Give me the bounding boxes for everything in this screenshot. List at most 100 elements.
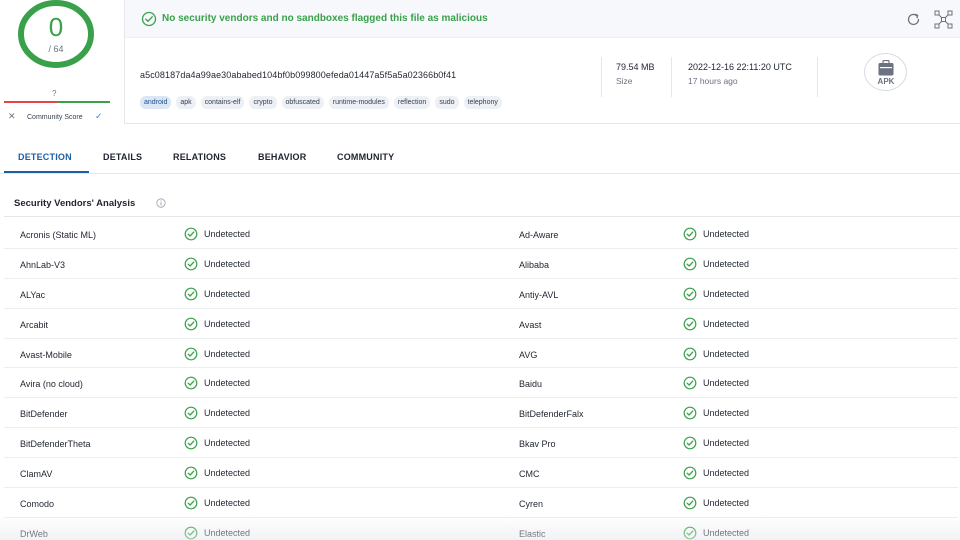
undetected-check-icon: [683, 526, 697, 540]
vendor-result: Undetected: [683, 406, 749, 420]
vote-malicious-icon[interactable]: ✕: [8, 111, 16, 122]
undetected-check-icon: [683, 496, 697, 510]
undetected-check-icon: [184, 317, 198, 331]
vendor-result-label: Undetected: [204, 468, 251, 479]
tab-community[interactable]: COMMUNITY: [337, 152, 394, 162]
file-tags: android apk contains-elf crypto obfuscated ru…: [140, 96, 502, 109]
vendor-result: Undetected: [184, 436, 250, 450]
vendor-name: Comodo: [20, 499, 55, 510]
last-analysis-date: 2022-12-16 22:11:20 UTC: [688, 62, 792, 72]
vendor-result: Undetected: [683, 436, 749, 450]
table-row: ClamAV Undetected CMC Undetected: [4, 458, 958, 489]
divider: [601, 57, 602, 97]
undetected-check-icon: [184, 377, 198, 390]
vendor-name: AhnLab-V3: [20, 259, 66, 270]
vendor-result: Undetected: [683, 496, 749, 510]
file-size-label: Size: [616, 76, 633, 86]
report-tabs: DETECTION DETAILS RELATIONS BEHAVIOR COM…: [0, 142, 960, 174]
detection-score-panel: 0 / 64 ? ✕ Community Score ✓: [0, 0, 124, 124]
vendor-name: Avast: [519, 319, 542, 330]
vendor-name: Antiy-AVL: [519, 289, 559, 300]
tag-chip[interactable]: obfuscated: [281, 96, 324, 109]
vendor-result-label: Undetected: [703, 348, 750, 359]
vendor-result: Undetected: [184, 257, 250, 271]
tab-behavior[interactable]: BEHAVIOR: [258, 152, 306, 162]
vendor-result: Undetected: [683, 257, 749, 271]
undetected-check-icon: [184, 466, 198, 480]
vendor-name: BitDefender: [20, 409, 68, 420]
tag-chip[interactable]: apk: [176, 96, 196, 109]
vendor-name: CMC: [519, 469, 540, 480]
vendor-result: Undetected: [184, 406, 250, 420]
table-row: ALYac Undetected Antiy-AVL Undetected: [4, 278, 958, 309]
vendor-result: Undetected: [683, 287, 749, 301]
graph-view-icon[interactable]: [934, 10, 953, 29]
divider: [817, 57, 818, 97]
undetected-check-icon: [683, 466, 697, 480]
table-row: BitDefender Undetected BitDefenderFalx Unde…: [4, 398, 958, 429]
vendor-result: Undetected: [683, 466, 749, 480]
vendor-results-table: Acronis (Static ML) Undetected Ad-Aware Und…: [4, 219, 958, 540]
check-circle-icon: [141, 11, 157, 27]
vendor-result-label: Undetected: [204, 288, 251, 299]
tag-chip[interactable]: android: [140, 96, 172, 109]
vendor-name: Avast-Mobile: [20, 349, 72, 360]
vendor-result-label: Undetected: [703, 318, 750, 329]
verdict-banner: No security vendors and no sandboxes fla…: [125, 0, 960, 38]
divider: [671, 57, 672, 97]
undetected-check-icon: [683, 406, 697, 420]
vendor-name: ALYac: [20, 289, 46, 300]
tag-chip[interactable]: crypto: [249, 96, 277, 109]
undetected-check-icon: [184, 406, 198, 420]
section-title: Security Vendors' Analysis: [14, 198, 136, 209]
tag-chip[interactable]: contains-elf: [200, 96, 245, 109]
table-row: DrWeb Undetected Elastic Undetected: [4, 517, 958, 540]
tag-chip[interactable]: sudo: [435, 96, 459, 109]
vendor-result-label: Undetected: [204, 438, 251, 449]
vendor-result: Undetected: [184, 227, 250, 241]
undetected-check-icon: [683, 287, 697, 301]
undetected-check-icon: [184, 257, 198, 271]
verdict-text: No security vendors and no sandboxes fla…: [162, 13, 488, 24]
engine-total: / 64: [48, 44, 64, 54]
last-analysis-relative: 17 hours ago: [688, 76, 738, 86]
vote-harmless-icon[interactable]: ✓: [95, 111, 103, 122]
vendor-result-label: Undetected: [204, 229, 251, 239]
vendor-name: Acronis (Static ML): [20, 230, 97, 240]
tab-details[interactable]: DETAILS: [103, 152, 142, 162]
tag-chip[interactable]: reflection: [393, 96, 431, 109]
undetected-check-icon: [683, 436, 697, 450]
reanalyze-icon[interactable]: [905, 11, 922, 28]
vendor-result-label: Undetected: [703, 288, 750, 299]
vendor-result-label: Undetected: [204, 378, 251, 389]
vendor-result: Undetected: [184, 317, 250, 331]
vendor-name: Alibaba: [519, 259, 550, 270]
active-tab-indicator: [4, 171, 89, 173]
table-row: Avira (no cloud) Undetected Baidu Undetecte…: [4, 368, 958, 399]
vendor-name: ClamAV: [20, 469, 53, 480]
community-score-bar: [4, 101, 110, 103]
tab-relations[interactable]: RELATIONS: [173, 152, 226, 162]
vendor-name: AVG: [519, 349, 538, 360]
undetected-check-icon: [184, 287, 198, 301]
tab-detection[interactable]: DETECTION: [18, 152, 72, 162]
vendor-result: Undetected: [184, 496, 250, 510]
table-row: Arcabit Undetected Avast Undetected: [4, 309, 958, 339]
vendor-name: BitDefenderFalx: [519, 409, 584, 420]
tag-chip[interactable]: telephony: [463, 96, 502, 109]
vendor-result: Undetected: [683, 526, 749, 540]
vendor-result-label: Undetected: [703, 498, 750, 509]
file-size-value: 79.54 MB: [616, 62, 655, 72]
vendor-result-label: Undetected: [703, 258, 750, 269]
table-row: Acronis (Static ML) Undetected Ad-Aware Und…: [4, 219, 958, 249]
vendor-result: Undetected: [683, 227, 749, 241]
table-row: BitDefenderTheta Undetected Bkav Pro Undete…: [4, 428, 958, 459]
info-icon[interactable]: [156, 198, 166, 208]
vendor-result-label: Undetected: [204, 498, 251, 509]
file-hash[interactable]: a5c08187da4a99ae30ababed104bf0b099800efe…: [140, 70, 456, 80]
community-score-value: ?: [52, 89, 57, 98]
vendor-name: Avira (no cloud): [20, 379, 83, 390]
tag-chip[interactable]: runtime-modules: [328, 96, 389, 109]
vendor-result-label: Undetected: [204, 258, 251, 269]
vendor-result-label: Undetected: [703, 408, 750, 419]
